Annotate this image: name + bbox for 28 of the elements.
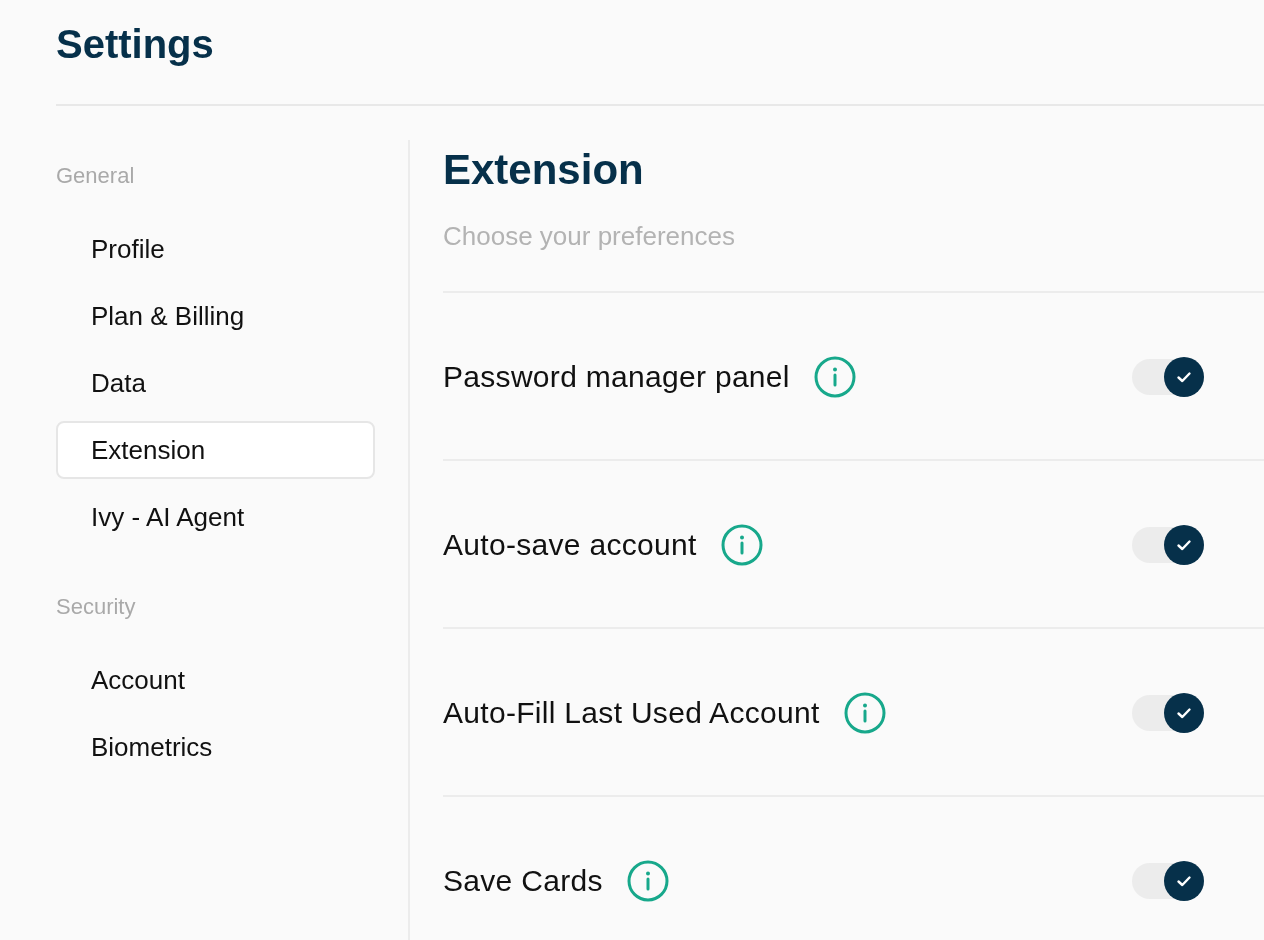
info-icon[interactable] (626, 860, 669, 902)
check-icon (1164, 525, 1204, 565)
check-icon (1164, 357, 1204, 397)
panel-subtitle: Choose your preferences (443, 220, 735, 252)
info-icon[interactable] (720, 524, 763, 566)
setting-label: Password manager panel (443, 359, 790, 395)
toggle-switch[interactable] (1132, 863, 1204, 899)
setting-label: Save Cards (443, 863, 603, 899)
page-title: Settings (56, 21, 214, 68)
toggle-switch[interactable] (1132, 527, 1204, 563)
info-icon[interactable] (843, 692, 886, 734)
sidebar-item[interactable]: Ivy - AI Agent (56, 488, 375, 546)
check-icon (1164, 861, 1204, 901)
sidebar-item[interactable]: Extension (56, 421, 375, 479)
setting-label: Auto-save account (443, 527, 697, 563)
section-label: Security (56, 593, 136, 621)
check-icon (1164, 693, 1204, 733)
panel-title: Extension (443, 145, 644, 195)
section-label: General (56, 162, 135, 190)
sidebar-item[interactable]: Biometrics (56, 718, 375, 776)
sidebar-item[interactable]: Account (56, 651, 375, 709)
toggle-switch[interactable] (1132, 695, 1204, 731)
sidebar-item[interactable]: Data (56, 354, 375, 412)
sidebar-item[interactable]: Profile (56, 220, 375, 278)
toggle-switch[interactable] (1132, 359, 1204, 395)
setting-label: Auto-Fill Last Used Account (443, 695, 820, 731)
sidebar-item[interactable]: Plan & Billing (56, 287, 375, 345)
info-icon[interactable] (813, 356, 856, 398)
